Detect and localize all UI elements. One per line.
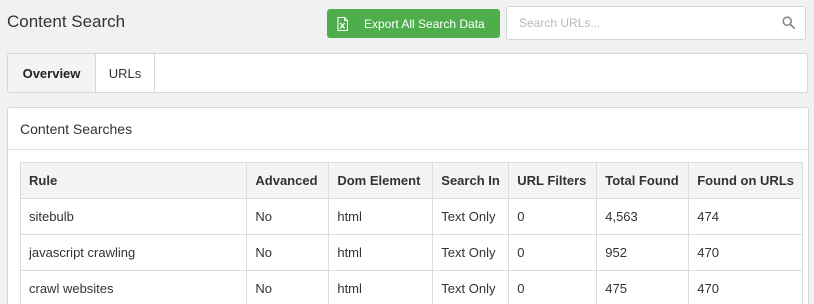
magnifier-icon[interactable]: [782, 16, 795, 29]
cell-search-in: Text Only: [432, 198, 510, 235]
cell-search-in: Text Only: [432, 234, 510, 271]
tab-overview[interactable]: Overview: [8, 54, 96, 92]
column-header-found-on-urls[interactable]: Found on URLs: [688, 162, 803, 199]
tab-urls[interactable]: URLs: [96, 54, 155, 92]
export-button-label: Export All Search Data: [364, 16, 485, 31]
column-header-rule[interactable]: Rule: [19, 162, 248, 199]
tab-bar: Overview URLs: [7, 53, 808, 93]
search-box: [506, 6, 806, 40]
cell-found-on-urls: 470: [688, 234, 803, 271]
cell-total-found: 952: [596, 234, 690, 271]
column-header-advanced[interactable]: Advanced: [246, 162, 330, 199]
excel-file-icon: [337, 16, 348, 31]
search-urls-input[interactable]: [519, 7, 769, 39]
cell-url-filters: 0: [508, 198, 598, 235]
cell-advanced: No: [246, 270, 330, 304]
table-row[interactable]: sitebulb No html Text Only 0 4,563 474: [19, 198, 803, 235]
content-searches-table: Rule Advanced Dom Element Search In URL …: [19, 162, 803, 304]
panel-title: Content Searches: [8, 108, 808, 150]
content-searches-panel: Content Searches Rule Advanced Dom Eleme…: [7, 107, 809, 304]
table-row[interactable]: javascript crawling No html Text Only 0 …: [19, 234, 803, 271]
column-header-total-found[interactable]: Total Found: [596, 162, 690, 199]
cell-total-found: 4,563: [596, 198, 690, 235]
cell-url-filters: 0: [508, 234, 598, 271]
cell-search-in: Text Only: [432, 270, 510, 304]
cell-advanced: No: [246, 234, 330, 271]
cell-found-on-urls: 470: [688, 270, 803, 304]
export-all-search-data-button[interactable]: Export All Search Data: [327, 9, 500, 38]
cell-url-filters: 0: [508, 270, 598, 304]
table-row[interactable]: crawl websites No html Text Only 0 475 4…: [19, 270, 803, 304]
column-header-url-filters[interactable]: URL Filters: [508, 162, 598, 199]
cell-rule: javascript crawling: [19, 234, 248, 271]
cell-total-found: 475: [596, 270, 690, 304]
cell-dom-element: html: [328, 198, 434, 235]
cell-rule: crawl websites: [19, 270, 248, 304]
column-header-search-in[interactable]: Search In: [432, 162, 510, 199]
cell-advanced: No: [246, 198, 330, 235]
table-header-row: Rule Advanced Dom Element Search In URL …: [19, 162, 803, 199]
column-header-dom-element[interactable]: Dom Element: [328, 162, 434, 199]
page-title: Content Search: [7, 12, 126, 31]
cell-dom-element: html: [328, 270, 434, 304]
cell-rule: sitebulb: [19, 198, 248, 235]
cell-found-on-urls: 474: [688, 198, 803, 235]
cell-dom-element: html: [328, 234, 434, 271]
